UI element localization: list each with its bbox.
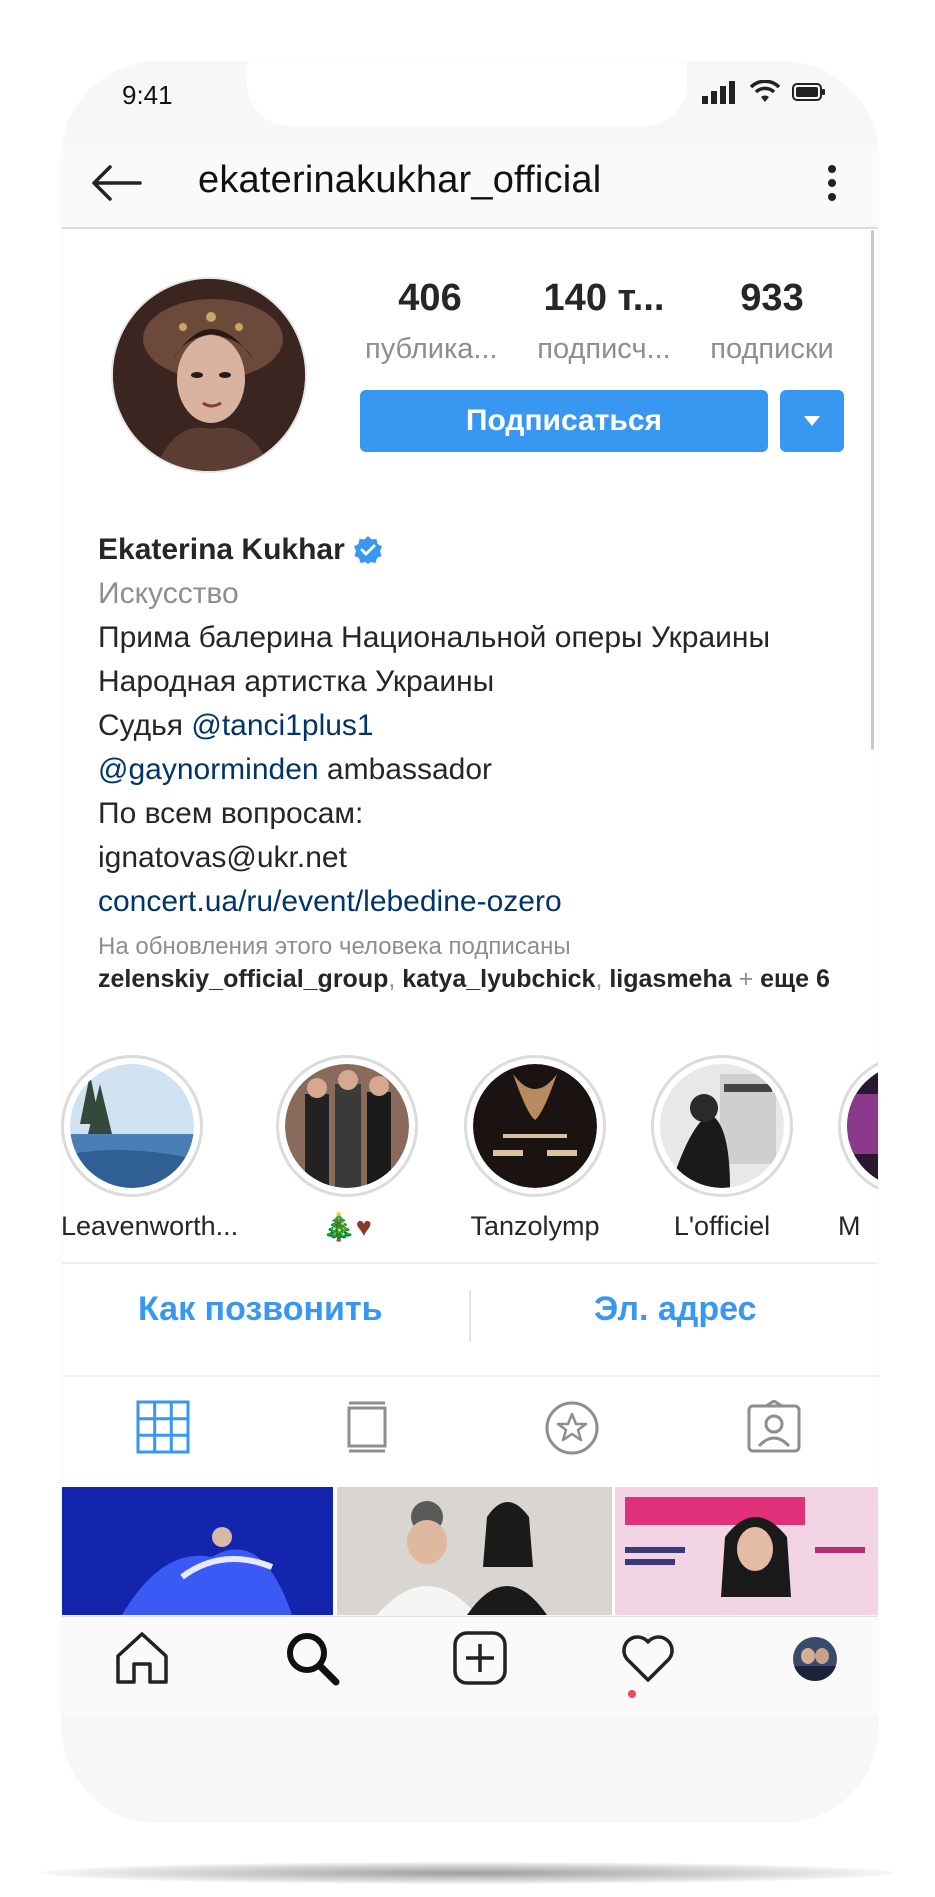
posts-count[interactable]: 406 публика... bbox=[365, 276, 498, 368]
post-thumbnail[interactable] bbox=[62, 1487, 333, 1615]
mention-link[interactable]: @tanci1plus1 bbox=[191, 709, 373, 742]
highlight-cover bbox=[660, 1064, 784, 1188]
stat-value: 933 bbox=[740, 277, 804, 319]
post-image bbox=[337, 1487, 612, 1615]
follower-username[interactable]: ligasmeha bbox=[609, 965, 731, 993]
bio-line: По всем вопросам: bbox=[98, 797, 364, 830]
verified-badge-icon bbox=[353, 536, 382, 564]
highlight-cover bbox=[847, 1064, 878, 1188]
heart-icon[interactable] bbox=[619, 1630, 677, 1686]
highlight-ring bbox=[276, 1055, 418, 1197]
followed-by-users[interactable]: zelenskiy_official_group, katya_lyubchic… bbox=[98, 962, 830, 996]
post-image bbox=[615, 1487, 878, 1615]
profile-bio: Ekaterina Kukhar Искусство Прима балерин… bbox=[98, 528, 858, 924]
profile-avatar-large[interactable] bbox=[111, 277, 307, 473]
highlight-label: 🎄♥ bbox=[322, 1212, 372, 1242]
notch bbox=[247, 62, 687, 126]
avatar-photo bbox=[113, 279, 305, 471]
follower-username[interactable]: zelenskiy_official_group bbox=[98, 965, 388, 993]
highlight-cover bbox=[70, 1064, 194, 1188]
stat-label: подписки bbox=[710, 333, 834, 365]
grid-icon[interactable] bbox=[136, 1400, 190, 1454]
scrollbar[interactable] bbox=[871, 230, 874, 750]
highlight-label: M bbox=[838, 1211, 861, 1241]
bio-line: Народная артистка Украины bbox=[98, 665, 495, 698]
wifi-icon bbox=[750, 80, 780, 102]
email-button[interactable]: Эл. адрес bbox=[594, 1290, 756, 1329]
website-link[interactable]: concert.ua/ru/event/lebedine-ozero bbox=[98, 880, 858, 924]
highlight-ring bbox=[651, 1055, 793, 1197]
profile-username-title: ekaterinakukhar_official bbox=[198, 159, 602, 201]
tagged-icon[interactable] bbox=[746, 1400, 802, 1454]
story-highlight[interactable]: Leavenworth... bbox=[61, 1055, 239, 1242]
highlight-cover bbox=[285, 1064, 409, 1188]
contact-separator bbox=[469, 1290, 471, 1342]
post-image bbox=[62, 1487, 333, 1615]
highlight-label: Leavenworth... bbox=[61, 1211, 239, 1241]
bio-line-judge: Судья @tanci1plus1 bbox=[98, 704, 858, 748]
profile-name: Ekaterina Kukhar bbox=[98, 533, 345, 566]
separator: , bbox=[388, 965, 403, 993]
story-highlight[interactable]: Tanzolymp bbox=[464, 1055, 606, 1242]
post-thumbnail[interactable] bbox=[615, 1487, 878, 1615]
followers-count[interactable]: 140 т... подписч... bbox=[528, 276, 680, 368]
highlight-label: Tanzolymp bbox=[470, 1211, 600, 1241]
battery-icon bbox=[792, 83, 825, 101]
stat-label: подписч... bbox=[537, 333, 671, 365]
following-count[interactable]: 933 подписки bbox=[702, 276, 842, 368]
highlight-ring bbox=[464, 1055, 606, 1197]
add-icon[interactable] bbox=[452, 1630, 508, 1686]
separator: , bbox=[595, 965, 610, 993]
post-thumbnail[interactable] bbox=[337, 1487, 612, 1615]
top-nav-bar: ekaterinakukhar_official bbox=[62, 145, 878, 229]
divider bbox=[62, 1262, 878, 1264]
call-button[interactable]: Как позвонить bbox=[138, 1290, 383, 1329]
bio-text: Судья bbox=[98, 709, 192, 742]
highlight-cover bbox=[473, 1064, 597, 1188]
follower-username[interactable]: katya_lyubchick bbox=[402, 965, 595, 993]
status-time: 9:41 bbox=[122, 80, 173, 110]
cellular-signal-icon bbox=[702, 81, 735, 104]
status-icons bbox=[700, 80, 826, 104]
story-highlight[interactable]: L'officiel bbox=[651, 1055, 793, 1242]
stat-value: 406 bbox=[398, 277, 462, 319]
profile-name-row: Ekaterina Kukhar bbox=[98, 528, 858, 572]
follow-button[interactable]: Подписаться bbox=[360, 390, 768, 452]
bio-line-ambassador: @gaynorminden ambassador bbox=[98, 748, 858, 792]
profile-category: Искусство bbox=[98, 577, 239, 610]
story-highlight[interactable]: M bbox=[838, 1055, 878, 1242]
home-icon[interactable] bbox=[114, 1630, 170, 1686]
divider bbox=[62, 1375, 878, 1377]
followed-by-note: На обновления этого человека подписаны bbox=[98, 933, 571, 960]
bio-email: ignatovas@ukr.net bbox=[98, 841, 347, 874]
bio-text: ambassador bbox=[318, 753, 493, 786]
saved-icon[interactable] bbox=[544, 1400, 600, 1456]
more-followers[interactable]: еще 6 bbox=[760, 965, 830, 993]
bio-line: Прима балерина Национальной оперы Украин… bbox=[98, 621, 771, 654]
profile-avatar[interactable] bbox=[792, 1636, 838, 1682]
feed-icon[interactable] bbox=[345, 1400, 389, 1454]
more-options-icon[interactable] bbox=[824, 159, 840, 207]
highlight-ring bbox=[838, 1055, 878, 1197]
caret-down-icon bbox=[804, 416, 820, 426]
highlight-label: L'officiel bbox=[673, 1211, 771, 1241]
notification-dot bbox=[628, 1690, 636, 1698]
stat-label: публика... bbox=[365, 333, 498, 365]
story-highlight[interactable]: 🎄♥ bbox=[276, 1055, 418, 1243]
search-icon[interactable] bbox=[284, 1630, 340, 1686]
suggestions-dropdown-button[interactable] bbox=[780, 390, 844, 452]
separator: + bbox=[731, 965, 761, 993]
mention-link[interactable]: @gaynorminden bbox=[98, 753, 319, 786]
stat-value: 140 т... bbox=[543, 277, 665, 319]
device-shadow bbox=[40, 1862, 895, 1884]
back-arrow-icon[interactable] bbox=[86, 159, 146, 207]
highlight-ring bbox=[61, 1055, 203, 1197]
highlights-overflow: M bbox=[838, 1055, 878, 1255]
